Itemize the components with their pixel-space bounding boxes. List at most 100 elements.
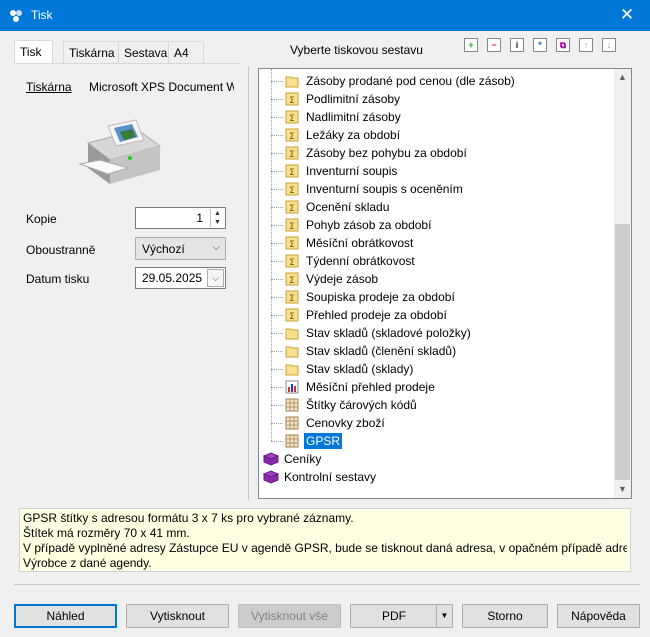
close-button[interactable]: ✕ xyxy=(604,0,650,31)
tree-item-label: Inventurní soupis s oceněním xyxy=(306,182,463,196)
duplex-value: Výchozí xyxy=(142,242,185,256)
svg-text:Σ: Σ xyxy=(289,258,295,268)
svg-text:Σ: Σ xyxy=(289,186,295,196)
date-value: 29.05.2025 xyxy=(142,271,203,285)
title-bar: Tisk ✕ xyxy=(0,0,650,31)
tree-connector xyxy=(271,135,283,136)
duplex-select[interactable]: Výchozí ⌵ xyxy=(135,237,226,260)
tree-item-label: Podlimitní zásoby xyxy=(306,92,401,106)
app-icon xyxy=(10,10,22,22)
date-picker[interactable]: 29.05.2025 ⌵ xyxy=(135,267,226,289)
help-button[interactable]: Nápověda xyxy=(557,604,640,628)
folder-icon xyxy=(285,362,299,376)
tab-label: A4 xyxy=(174,46,189,60)
printer-name: Microsoft XPS Document W xyxy=(89,80,234,94)
tree-item-label: Nadlimitní zásoby xyxy=(306,110,401,124)
info-icon[interactable]: i xyxy=(510,38,524,52)
print-button[interactable]: Vytisknout xyxy=(126,604,229,628)
tree-item-label: Stav skladů (skladové položky) xyxy=(306,326,471,340)
preview-button[interactable]: Náhled xyxy=(14,604,117,628)
remove-icon[interactable]: − xyxy=(487,38,501,52)
svg-text:Σ: Σ xyxy=(289,204,295,214)
sum-icon: Σ xyxy=(285,308,299,322)
description-line: V případě vyplněné adresy Zástupce EU v … xyxy=(23,541,627,555)
tree-item-label: GPSR xyxy=(304,433,343,449)
tree-connector xyxy=(271,441,283,442)
sum-icon: Σ xyxy=(285,92,299,106)
calendar-dropdown-icon[interactable]: ⌵ xyxy=(207,269,224,287)
tree-scrollbar[interactable]: ▲ ▼ xyxy=(614,69,631,498)
stepper-arrows[interactable]: ▲ ▼ xyxy=(210,209,224,227)
copies-stepper[interactable]: 1 ▲ ▼ xyxy=(135,207,226,229)
scroll-thumb[interactable] xyxy=(615,224,630,480)
scroll-down-icon[interactable]: ▼ xyxy=(614,481,631,498)
stepper-down-icon[interactable]: ▼ xyxy=(211,218,224,227)
tab-label: Tisk xyxy=(20,45,42,59)
tree-connector xyxy=(271,261,283,262)
folder-icon xyxy=(285,326,299,340)
svg-text:Σ: Σ xyxy=(289,276,295,286)
grid-icon xyxy=(285,416,299,430)
tree-item-label: Výdeje zásob xyxy=(306,272,379,286)
tab-tisk[interactable]: Tisk xyxy=(14,40,53,64)
tree-connector xyxy=(271,225,283,226)
tree-connector xyxy=(271,351,283,352)
svg-text:Σ: Σ xyxy=(289,240,295,250)
tree-connector xyxy=(271,387,283,388)
tree-connector xyxy=(271,81,283,82)
move-up-icon[interactable]: ↑ xyxy=(579,38,593,52)
print-all-button[interactable]: Vytisknout vše xyxy=(238,604,341,628)
book-icon xyxy=(262,452,280,466)
grid-icon xyxy=(285,398,299,412)
report-tree[interactable]: ▲ ▼ Zásoby prodané pod cenou (dle zásob)… xyxy=(258,68,632,499)
pdf-dropdown-icon[interactable]: ▼ xyxy=(436,605,452,627)
sum-icon: Σ xyxy=(285,200,299,214)
move-down-icon[interactable]: ↓ xyxy=(602,38,616,52)
tree-item-label: Týdenní obrátkovost xyxy=(306,254,415,268)
tree-group-label: Ceníky xyxy=(284,452,322,466)
chevron-down-icon: ⌵ xyxy=(212,242,220,253)
tree-connector xyxy=(271,315,283,316)
report-description: GPSR štítky s adresou formátu 3 x 7 ks p… xyxy=(19,508,631,572)
tree-item-label: Soupiska prodeje za období xyxy=(306,290,455,304)
sum-icon: Σ xyxy=(285,182,299,196)
svg-text:Σ: Σ xyxy=(289,222,295,232)
tree-connector xyxy=(271,99,283,100)
tree-item-label: Měsíční obrátkovost xyxy=(306,236,414,250)
chart-icon xyxy=(285,380,299,394)
tab-a4[interactable]: A4 xyxy=(168,41,204,63)
tree-group-label: Kontrolní sestavy xyxy=(284,470,377,484)
scroll-up-icon[interactable]: ▲ xyxy=(614,69,631,86)
tree-connector xyxy=(271,405,283,406)
tree-item-label: Zásoby prodané pod cenou (dle zásob) xyxy=(306,74,515,88)
tab-label: Tiskárna xyxy=(69,46,115,60)
sum-icon: Σ xyxy=(285,236,299,250)
svg-text:Σ: Σ xyxy=(289,312,295,322)
sum-icon: Σ xyxy=(285,146,299,160)
duplex-label: Oboustranně xyxy=(26,243,96,257)
star-icon[interactable]: * xyxy=(533,38,547,52)
cancel-button[interactable]: Storno xyxy=(462,604,548,628)
tree-connector xyxy=(271,423,283,424)
tree-connector xyxy=(271,333,283,334)
svg-text:Σ: Σ xyxy=(289,132,295,142)
printer-link[interactable]: Tiskárna xyxy=(26,80,72,94)
cancel-label: Storno xyxy=(487,609,523,623)
footer-divider xyxy=(14,584,640,585)
tab-divider xyxy=(14,63,241,64)
description-line: GPSR štítky s adresou formátu 3 x 7 ks p… xyxy=(23,511,354,525)
sum-icon: Σ xyxy=(285,254,299,268)
panel-divider xyxy=(248,66,249,500)
window-title: Tisk xyxy=(31,8,53,22)
add-icon[interactable]: + xyxy=(464,38,478,52)
preview-label: Náhled xyxy=(46,609,85,623)
tree-item-label: Stav skladů (sklady) xyxy=(306,362,414,376)
svg-text:Σ: Σ xyxy=(289,168,295,178)
tree-connector xyxy=(271,189,283,190)
stepper-up-icon[interactable]: ▲ xyxy=(211,209,224,218)
pdf-button[interactable]: PDF ▼ xyxy=(350,604,453,628)
copy-icon[interactable]: ⧉ xyxy=(556,38,570,52)
svg-text:Σ: Σ xyxy=(289,114,295,124)
print-all-label: Vytisknout vše xyxy=(251,609,328,623)
tree-item-label: Cenovky zboží xyxy=(306,416,385,430)
